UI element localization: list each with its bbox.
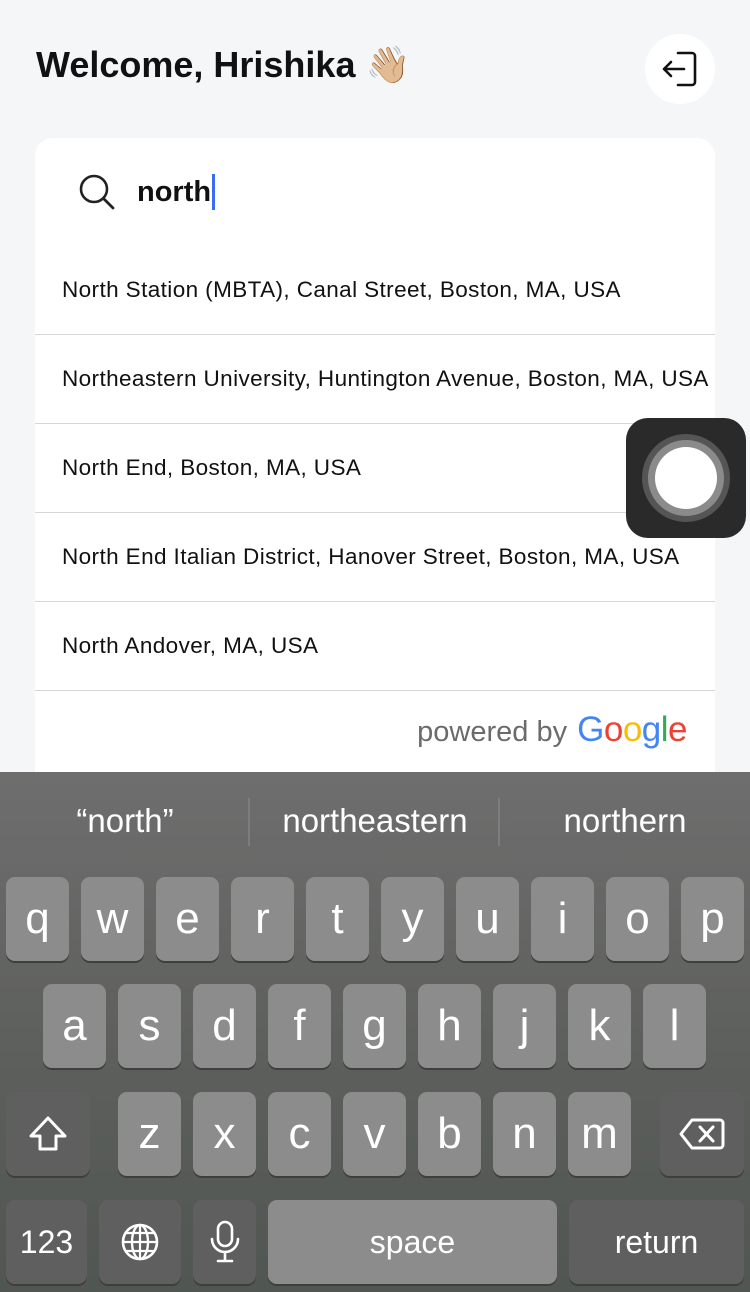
suggestion-item[interactable]: North Station (MBTA), Canal Street, Bost… [35,246,715,335]
key-s[interactable]: s [118,984,181,1068]
logout-button[interactable] [645,34,715,104]
suggestion-item[interactable]: North Andover, MA, USA [35,602,715,691]
globe-key[interactable] [99,1200,181,1284]
search-card: north North Station (MBTA), Canal Street… [35,138,715,798]
key-h[interactable]: h [418,984,481,1068]
key-m[interactable]: m [568,1092,631,1176]
key-g[interactable]: g [343,984,406,1068]
key-q[interactable]: q [6,877,69,961]
return-key[interactable]: return [569,1200,744,1284]
key-i[interactable]: i [531,877,594,961]
search-input[interactable]: north [137,174,216,210]
suggestion-item[interactable]: North End, Boston, MA, USA [35,424,715,513]
logout-icon [662,51,697,87]
key-y[interactable]: y [381,877,444,961]
microphone-key[interactable] [193,1200,256,1284]
key-f[interactable]: f [268,984,331,1068]
key-b[interactable]: b [418,1092,481,1176]
keyboard: “north” northeastern northern q w e r t … [0,772,750,1292]
key-x[interactable]: x [193,1092,256,1176]
welcome-heading: Welcome, Hrishika 👋🏼 [36,44,410,86]
microphone-icon [210,1220,239,1263]
welcome-text: Welcome, Hrishika [36,44,356,85]
google-logo: Google [577,710,687,749]
delete-key[interactable] [660,1092,744,1176]
shift-icon [29,1116,67,1151]
key-u[interactable]: u [456,877,519,961]
key-a[interactable]: a [43,984,106,1068]
search-icon [79,174,115,210]
globe-icon [121,1223,159,1261]
key-o[interactable]: o [606,877,669,961]
key-n[interactable]: n [493,1092,556,1176]
key-l[interactable]: l [643,984,706,1068]
key-d[interactable]: d [193,984,256,1068]
key-k[interactable]: k [568,984,631,1068]
suggestion-list: North Station (MBTA), Canal Street, Bost… [35,246,715,691]
suggestion-item[interactable]: North End Italian District, Hanover Stre… [35,513,715,602]
key-e[interactable]: e [156,877,219,961]
key-c[interactable]: c [268,1092,331,1176]
prediction-2[interactable]: northeastern [250,802,500,840]
suggestion-item[interactable]: Northeastern University, Huntington Aven… [35,335,715,424]
prediction-1[interactable]: “north” [0,802,250,840]
prediction-3[interactable]: northern [500,802,750,840]
predictive-text-bar: “north” northeastern northern [0,772,750,872]
key-z[interactable]: z [118,1092,181,1176]
wave-emoji: 👋🏼 [365,45,411,86]
text-caret [212,174,216,210]
assistive-touch-button[interactable] [626,418,746,538]
search-input-value: north [137,175,212,208]
powered-by-google: powered by Google [417,710,687,750]
key-t[interactable]: t [306,877,369,961]
shift-key[interactable] [6,1092,90,1176]
key-r[interactable]: r [231,877,294,961]
key-j[interactable]: j [493,984,556,1068]
key-p[interactable]: p [681,877,744,961]
key-w[interactable]: w [81,877,144,961]
powered-by-label: powered by [417,716,568,748]
numbers-key[interactable]: 123 [6,1200,87,1284]
search-bar[interactable]: north [35,138,715,246]
key-v[interactable]: v [343,1092,406,1176]
space-key[interactable]: space [268,1200,557,1284]
header: Welcome, Hrishika 👋🏼 [0,0,750,130]
delete-icon [679,1118,725,1150]
